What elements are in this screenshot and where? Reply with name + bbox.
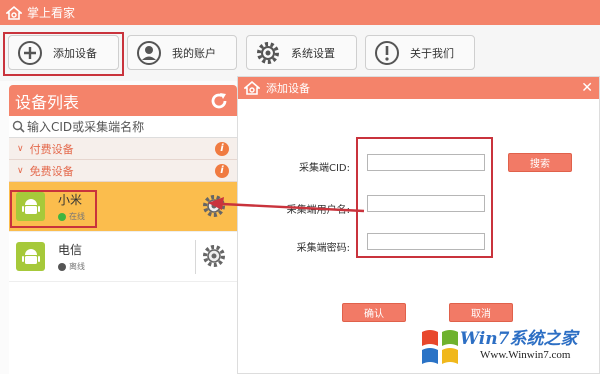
my-account-label: 我的账户: [172, 46, 216, 60]
search-button[interactable]: 搜索: [508, 153, 572, 172]
gear-icon: [257, 41, 279, 64]
app-title: 掌上看家: [27, 6, 76, 20]
my-account-button[interactable]: 我的账户: [127, 35, 237, 70]
group-free-devices[interactable]: ∨ 免费设备 i: [9, 160, 237, 182]
group-paid-devices[interactable]: ∨ 付费设备 i: [9, 138, 237, 160]
password-label: 采集端密码:: [296, 243, 350, 254]
search-input[interactable]: 输入CID或采集端名称: [27, 118, 144, 135]
user-icon: [137, 40, 161, 65]
dialog-title: 添加设备: [266, 82, 310, 95]
highlight-add-device: [3, 32, 124, 76]
device-list-title: 设备列表: [15, 92, 80, 112]
chevron-down-icon: ∨: [17, 165, 24, 176]
home-logo-icon: [244, 80, 260, 95]
group-label: 免费设备: [29, 164, 74, 178]
chevron-down-icon: ∨: [17, 143, 24, 154]
home-logo-icon: [6, 5, 22, 20]
info-icon[interactable]: i: [215, 141, 229, 156]
close-icon[interactable]: ✕: [581, 80, 593, 96]
cid-label: 采集端CID:: [298, 163, 350, 174]
device-name: 电信: [58, 243, 83, 257]
offline-status-dot: [58, 262, 66, 271]
highlight-fields: [356, 137, 493, 258]
title-bar: 掌上看家: [0, 0, 600, 25]
device-status: 离线: [69, 262, 85, 271]
device-settings-gear-icon[interactable]: [202, 244, 226, 268]
info-icon[interactable]: i: [215, 163, 229, 178]
highlight-device-xiaomi: [10, 190, 97, 228]
dialog-title-bar: 添加设备: [238, 77, 599, 99]
about-us-button[interactable]: 关于我们: [365, 35, 475, 70]
device-list-header: 设备列表: [9, 85, 237, 116]
android-icon: [16, 242, 45, 271]
search-icon: [12, 120, 25, 133]
refresh-icon[interactable]: [209, 91, 229, 111]
device-list-panel: 设备列表 输入CID或采集端名称 ∨ 付费设备 i ∨ 免费设备 i 小米 在线…: [9, 85, 237, 374]
system-settings-label: 系统设置: [291, 46, 335, 60]
device-row[interactable]: 电信 离线: [9, 232, 237, 282]
about-us-label: 关于我们: [410, 46, 454, 60]
annotation-arrow: [208, 197, 365, 213]
watermark-url: Www.Winwin7.com: [480, 349, 571, 361]
confirm-button[interactable]: 确认: [342, 303, 406, 322]
exclamation-circle-icon: [375, 40, 399, 65]
group-label: 付费设备: [29, 142, 74, 156]
system-settings-button[interactable]: 系统设置: [246, 35, 357, 70]
watermark-brand: Win7系统之家: [460, 329, 578, 349]
search-box[interactable]: 输入CID或采集端名称: [9, 116, 237, 138]
divider: [195, 240, 196, 274]
